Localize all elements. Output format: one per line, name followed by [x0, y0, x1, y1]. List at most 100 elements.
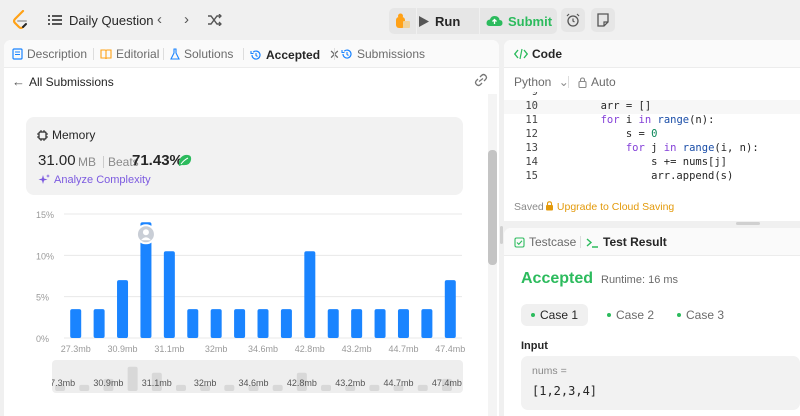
- memory-distribution-chart: 15% 10% 5% 0% 27.3mb 30.9mb 31.1mb 32mb 34.6mb 42…: [36, 210, 465, 354]
- left-tab-bar: Description Editorial Solutions Accepted…: [4, 40, 499, 68]
- chart-bar: [210, 309, 222, 338]
- divider: [103, 156, 104, 168]
- next-question-icon[interactable]: ›: [184, 11, 189, 28]
- pass-dot-icon: [531, 313, 535, 317]
- lock-icon: [546, 201, 553, 211]
- x-tick-label: 31.1mb: [154, 344, 184, 354]
- tab-testcase[interactable]: Testcase: [514, 235, 576, 249]
- resize-handle[interactable]: [736, 222, 760, 225]
- chart-bar: [304, 251, 316, 338]
- analyze-complexity-label: Analyze Complexity: [54, 174, 151, 186]
- code-header: Code: [504, 40, 800, 68]
- mini-x-label: 34.6mb: [238, 378, 268, 388]
- upgrade-cloud-saving-link[interactable]: Upgrade to Cloud Saving: [545, 201, 674, 213]
- vertical-resize-handle[interactable]: [500, 226, 503, 244]
- result-status: Accepted: [521, 270, 594, 287]
- problem-list-icon[interactable]: [48, 14, 62, 26]
- line-text: s += nums[j]: [550, 156, 728, 168]
- notes-button[interactable]: [591, 8, 615, 32]
- tab-solutions[interactable]: Solutions: [170, 47, 233, 61]
- leetcode-logo-icon[interactable]: [12, 10, 30, 30]
- line-text: arr.append(s): [550, 170, 734, 182]
- divider: [568, 76, 569, 88]
- share-link-icon[interactable]: [473, 73, 489, 87]
- submit-button[interactable]: Submit: [486, 8, 552, 34]
- code-title: Code: [514, 47, 562, 61]
- case-label: Case 1: [540, 308, 579, 322]
- mini-x-label: 42.8mb: [287, 378, 317, 388]
- line-text: """: [550, 92, 620, 98]
- input-label: Input: [521, 340, 548, 352]
- mini-bar: [79, 384, 90, 391]
- chart-bar: [93, 309, 105, 338]
- chart-bar: [257, 309, 269, 338]
- memory-chip-icon: [37, 129, 48, 141]
- scrollbar-thumb[interactable]: [488, 150, 497, 265]
- chart-bar: [280, 309, 292, 338]
- case-tab-1[interactable]: Case 1: [521, 304, 589, 326]
- prev-question-icon[interactable]: ‹: [157, 11, 162, 28]
- history-icon: [250, 50, 261, 60]
- mini-chart[interactable]: 27.3mb 30.9mb 31.1mb 32mb 34.6mb 42.8mb 43.2mb…: [45, 360, 463, 393]
- language-selector[interactable]: Python ⌄: [514, 75, 569, 89]
- tab-solutions-label: Solutions: [184, 47, 234, 61]
- variable-value: [1,2,3,4]: [532, 384, 598, 398]
- mini-bar: [417, 384, 428, 391]
- shuffle-icon[interactable]: [208, 14, 222, 26]
- x-tick-label: 47.4mb: [435, 344, 465, 354]
- beats-percentage: 71.43%: [132, 152, 183, 169]
- tab-accepted[interactable]: Accepted ✕: [250, 47, 340, 63]
- back-arrow-icon[interactable]: ←: [12, 74, 25, 89]
- run-button[interactable]: Run: [419, 8, 460, 34]
- line-number: 15: [525, 170, 538, 182]
- code-editor[interactable]: 9 """ 10 arr = [] 11 for i in range(n): …: [504, 92, 800, 190]
- avatar-head: [142, 229, 149, 236]
- code-line: 9 """: [504, 92, 800, 100]
- code-line: 15 arr.append(s): [504, 170, 800, 184]
- mini-x-label: 44.7mb: [384, 378, 414, 388]
- all-submissions-link[interactable]: All Submissions: [29, 75, 114, 89]
- debugger-icon[interactable]: [393, 12, 411, 30]
- case-tab-3[interactable]: Case 3: [667, 304, 734, 326]
- x-tick-label: 27.3mb: [61, 344, 91, 354]
- mini-bar: [224, 384, 235, 391]
- line-number: 12: [525, 128, 538, 140]
- tab-description[interactable]: Description: [12, 47, 87, 61]
- mini-bar: [127, 366, 138, 391]
- mini-x-label: 27.3mb: [52, 378, 75, 388]
- timer-button[interactable]: [561, 8, 585, 32]
- note-icon: [597, 13, 609, 27]
- input-value-box[interactable]: nums = [1,2,3,4]: [521, 356, 800, 410]
- y-tick-label: 5%: [36, 293, 49, 303]
- saved-status: Saved: [514, 201, 544, 213]
- analyze-complexity-button[interactable]: Analyze Complexity: [38, 174, 151, 186]
- y-tick-label: 10%: [36, 251, 54, 261]
- code-line: 10 arr = []: [504, 100, 800, 114]
- mini-bar: [321, 384, 332, 391]
- sparkle-icon: [38, 174, 50, 184]
- x-tick-label: 32mb: [205, 344, 228, 354]
- memory-card[interactable]: Memory 31.00 MB Beats 71.43% Analyze Com…: [26, 117, 463, 195]
- mini-x-label: 31.1mb: [142, 378, 172, 388]
- runtime-text: Runtime: 16 ms: [601, 274, 679, 286]
- tab-test-result[interactable]: Test Result: [586, 235, 667, 249]
- chart-bar: [117, 280, 129, 338]
- memory-unit: MB: [78, 155, 96, 169]
- pass-dot-icon: [607, 313, 611, 317]
- memory-title: Memory: [37, 128, 95, 142]
- auto-mode-toggle[interactable]: Auto: [578, 75, 616, 89]
- case-tab-2[interactable]: Case 2: [597, 304, 664, 326]
- chart-range-navigator[interactable]: 27.3mb 30.9mb 31.1mb 32mb 34.6mb 42.8mb 43.2mb…: [45, 360, 463, 393]
- tab-submissions-label: Submissions: [357, 47, 426, 61]
- run-label: Run: [435, 13, 461, 29]
- chart-bar: [70, 309, 82, 338]
- line-text: for i in range(n):: [600, 114, 715, 126]
- play-icon: [419, 15, 429, 27]
- tab-editorial[interactable]: Editorial: [100, 47, 159, 61]
- x-tick-label: 42.8mb: [295, 344, 325, 354]
- upgrade-label: Upgrade to Cloud Saving: [556, 201, 675, 213]
- daily-question-title[interactable]: Daily Question: [69, 13, 154, 28]
- x-tick-label: 34.6mb: [248, 344, 278, 354]
- tab-submissions[interactable]: Submissions: [341, 47, 425, 61]
- submission-subheader: ← All Submissions: [4, 68, 499, 94]
